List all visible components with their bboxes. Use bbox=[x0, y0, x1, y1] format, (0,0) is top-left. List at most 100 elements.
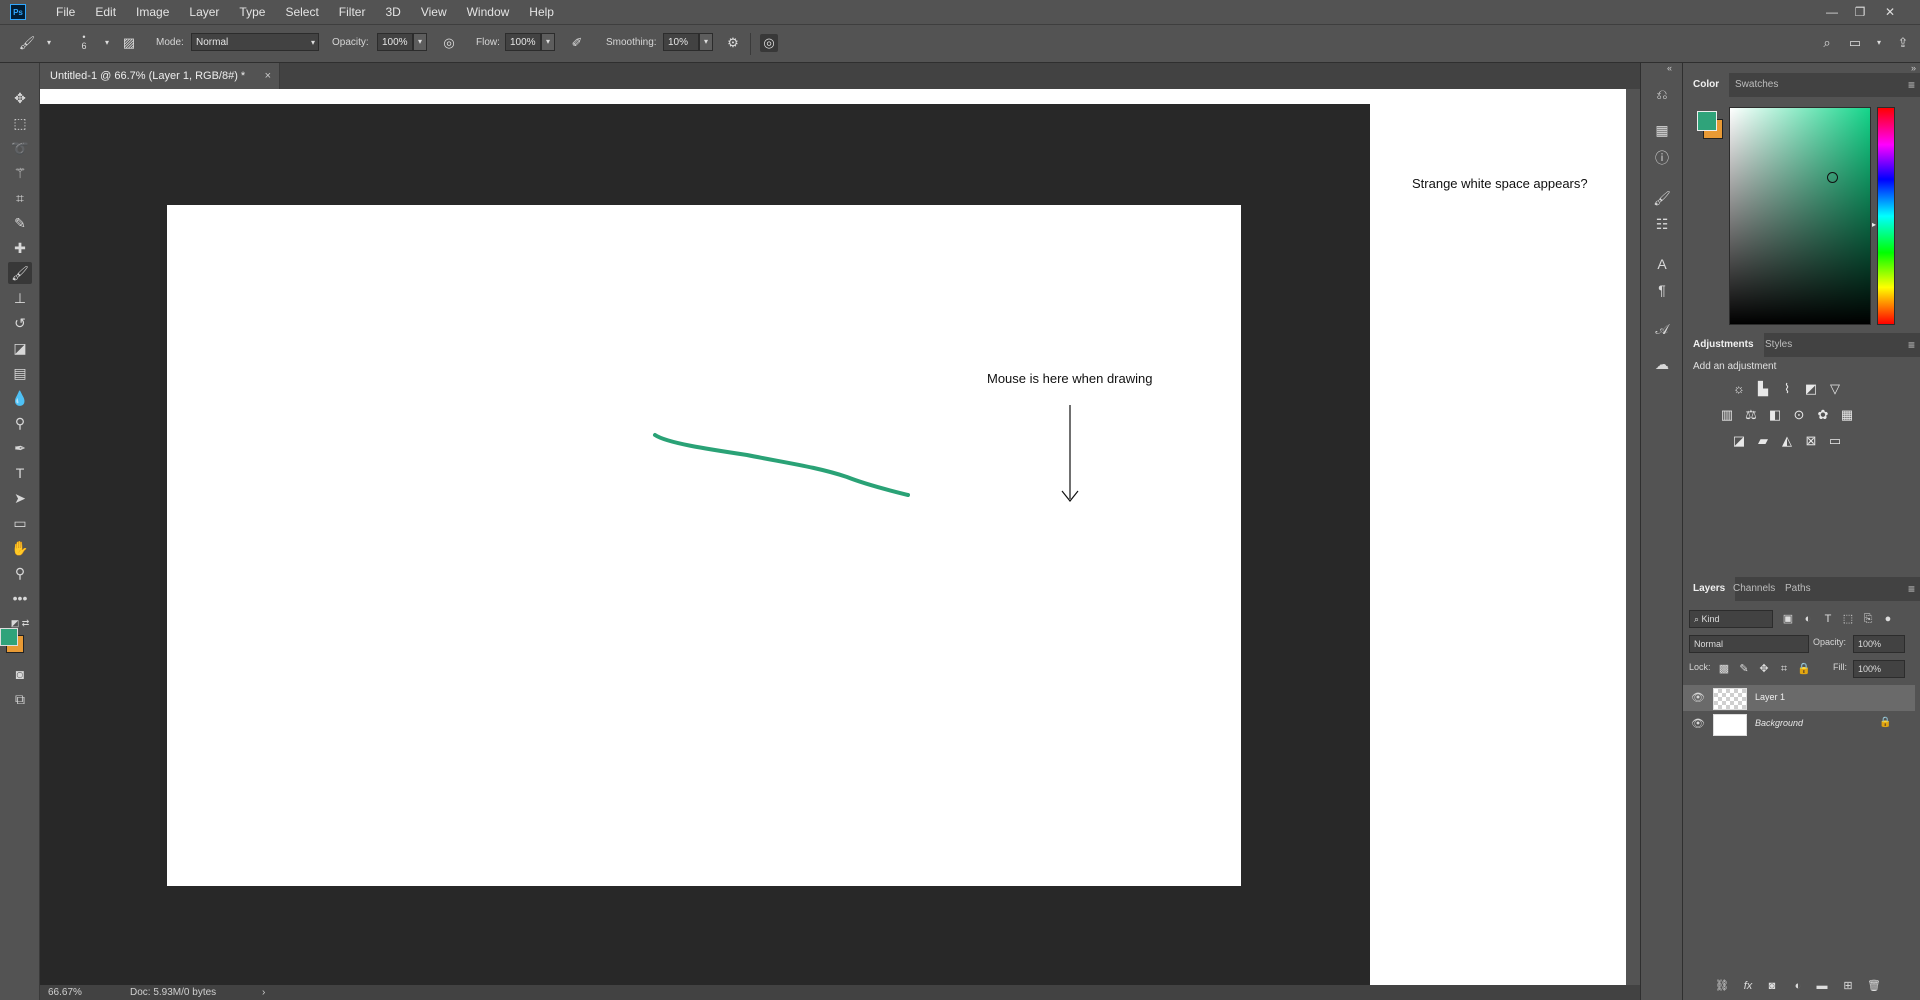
chevron-down-icon[interactable]: ▾ bbox=[1870, 34, 1888, 52]
properties-panel-icon[interactable]: ☷ bbox=[1651, 213, 1673, 235]
delete-layer-icon[interactable]: 🗑 bbox=[1865, 977, 1883, 995]
visibility-eye-icon[interactable]: 👁 bbox=[1691, 691, 1705, 704]
posterize-icon[interactable]: ▰ bbox=[1753, 432, 1773, 450]
menu-image[interactable]: Image bbox=[126, 0, 179, 24]
rectangle-tool-icon[interactable]: ▭ bbox=[8, 512, 32, 534]
move-tool-icon[interactable]: ✥ bbox=[8, 87, 32, 109]
lock-artboard-icon[interactable]: ⌗ bbox=[1775, 660, 1793, 678]
character-panel-icon[interactable]: A bbox=[1651, 253, 1673, 275]
new-group-icon[interactable]: ▬ bbox=[1813, 977, 1831, 995]
menu-filter[interactable]: Filter bbox=[329, 0, 376, 24]
libraries-panel-icon[interactable]: ▦ bbox=[1651, 119, 1673, 141]
info-panel-icon[interactable]: ⓘ bbox=[1651, 147, 1673, 169]
pixel-filter-icon[interactable]: ▣ bbox=[1779, 610, 1797, 628]
share-icon[interactable]: ⇪ bbox=[1894, 34, 1912, 52]
search-icon[interactable]: ⌕ bbox=[1818, 34, 1836, 52]
workspace-icon[interactable]: ▭ bbox=[1846, 34, 1864, 52]
color-field[interactable] bbox=[1729, 107, 1871, 325]
clone-stamp-tool-icon[interactable]: ⊥ bbox=[8, 287, 32, 309]
menu-edit[interactable]: Edit bbox=[85, 0, 126, 24]
crop-tool-icon[interactable]: ⌗ bbox=[8, 187, 32, 209]
smoothing-field[interactable]: 10% bbox=[663, 33, 699, 51]
close-window-icon[interactable]: ✕ bbox=[1876, 0, 1904, 24]
add-mask-icon[interactable]: ◙ bbox=[1763, 977, 1781, 995]
layer-style-icon[interactable]: fx bbox=[1739, 977, 1757, 995]
type-tool-icon[interactable]: T bbox=[8, 462, 32, 484]
layer-row[interactable]: 👁 Background 🔒 bbox=[1683, 711, 1915, 737]
status-menu-arrow[interactable]: › bbox=[262, 985, 265, 1000]
blur-tool-icon[interactable]: 💧 bbox=[8, 387, 32, 409]
layer-row[interactable]: 👁 Layer 1 bbox=[1683, 685, 1915, 711]
menu-layer[interactable]: Layer bbox=[179, 0, 229, 24]
menu-help[interactable]: Help bbox=[519, 0, 564, 24]
exposure-icon[interactable]: ◩ bbox=[1801, 380, 1821, 398]
lock-position-icon[interactable]: ✥ bbox=[1755, 660, 1773, 678]
glyphs-panel-icon[interactable]: 𝒜 bbox=[1651, 318, 1673, 340]
tab-swatches[interactable]: Swatches bbox=[1725, 73, 1788, 97]
path-selection-tool-icon[interactable]: ➤ bbox=[8, 487, 32, 509]
hue-saturation-icon[interactable]: ▥ bbox=[1717, 406, 1737, 424]
pressure-size-icon[interactable]: ◎ bbox=[760, 34, 778, 52]
invert-icon[interactable]: ◪ bbox=[1729, 432, 1749, 450]
minimize-icon[interactable]: — bbox=[1818, 0, 1846, 24]
curves-icon[interactable]: ⌇ bbox=[1777, 380, 1797, 398]
chevron-down-icon[interactable]: ▾ bbox=[98, 34, 116, 52]
adjustment-filter-icon[interactable]: ◐ bbox=[1799, 610, 1817, 628]
chevron-down-icon[interactable]: ▾ bbox=[40, 34, 58, 52]
collapse-right-panels-icon[interactable]: » bbox=[1911, 63, 1916, 73]
panel-menu-icon[interactable]: ≡ bbox=[1908, 333, 1915, 357]
selective-color-icon[interactable]: ⊠ bbox=[1801, 432, 1821, 450]
history-brush-tool-icon[interactable]: ↺ bbox=[8, 312, 32, 334]
lock-transparency-icon[interactable]: ▩ bbox=[1715, 660, 1733, 678]
brush-panel-icon[interactable]: ▨ bbox=[120, 34, 138, 52]
tab-styles[interactable]: Styles bbox=[1755, 333, 1802, 357]
new-adjustment-layer-icon[interactable]: ◐ bbox=[1789, 977, 1807, 995]
pen-tool-icon[interactable]: ✒ bbox=[8, 437, 32, 459]
threshold-icon[interactable]: ◭ bbox=[1777, 432, 1797, 450]
zoom-level[interactable]: 66.67% bbox=[48, 985, 82, 1000]
smoothing-dropdown[interactable]: ▾ bbox=[699, 33, 713, 51]
menu-window[interactable]: Window bbox=[457, 0, 520, 24]
paragraph-panel-icon[interactable]: ¶ bbox=[1651, 279, 1673, 301]
panel-menu-icon[interactable]: ≡ bbox=[1908, 577, 1915, 601]
more-tools-icon[interactable]: ••• bbox=[8, 587, 32, 609]
layer-filter-kind[interactable]: ⌕ Kind bbox=[1689, 610, 1773, 628]
zoom-tool-icon[interactable]: ⚲ bbox=[8, 562, 32, 584]
smart-object-filter-icon[interactable]: ⎘ bbox=[1859, 610, 1877, 628]
collapse-panels-icon[interactable]: « bbox=[1667, 63, 1672, 73]
channel-mixer-icon[interactable]: ✿ bbox=[1813, 406, 1833, 424]
color-balance-icon[interactable]: ⚖ bbox=[1741, 406, 1761, 424]
airbrush-icon[interactable]: ✐ bbox=[568, 34, 586, 52]
shape-filter-icon[interactable]: ⬚ bbox=[1839, 610, 1857, 628]
layer-name[interactable]: Background bbox=[1755, 718, 1803, 728]
black-white-icon[interactable]: ◧ bbox=[1765, 406, 1785, 424]
opacity-field[interactable]: 100% bbox=[377, 33, 413, 51]
levels-icon[interactable]: ▙ bbox=[1753, 380, 1773, 398]
canvas[interactable]: Mouse is here when drawing bbox=[167, 205, 1241, 886]
document-tab[interactable]: Untitled-1 @ 66.7% (Layer 1, RGB/8#) * × bbox=[40, 63, 280, 89]
fill-field[interactable]: 100% bbox=[1853, 660, 1905, 678]
quick-mask-icon[interactable]: ◙ bbox=[8, 663, 32, 685]
gear-icon[interactable]: ⚙ bbox=[724, 34, 742, 52]
flow-field[interactable]: 100% bbox=[505, 33, 541, 51]
brightness-contrast-icon[interactable]: ☼ bbox=[1729, 380, 1749, 398]
opacity-dropdown[interactable]: ▾ bbox=[413, 33, 427, 51]
layer-blend-mode-select[interactable]: Normal bbox=[1689, 635, 1809, 653]
brush-tool-preset-icon[interactable]: 🖌 bbox=[18, 34, 36, 52]
creative-cloud-icon[interactable]: ☁ bbox=[1651, 353, 1673, 375]
menu-type[interactable]: Type bbox=[229, 0, 275, 24]
color-lookup-icon[interactable]: ▦ bbox=[1837, 406, 1857, 424]
tab-paths[interactable]: Paths bbox=[1775, 577, 1821, 601]
lock-pixels-icon[interactable]: ✎ bbox=[1735, 660, 1753, 678]
lasso-tool-icon[interactable]: ➰ bbox=[8, 137, 32, 159]
color-panel-fg-swatch[interactable] bbox=[1697, 111, 1717, 131]
close-tab-icon[interactable]: × bbox=[265, 63, 271, 89]
screen-mode-icon[interactable]: ⧉ bbox=[8, 688, 32, 710]
eyedropper-tool-icon[interactable]: ✎ bbox=[8, 212, 32, 234]
vibrance-icon[interactable]: ▽ bbox=[1825, 380, 1845, 398]
gradient-tool-icon[interactable]: ▤ bbox=[8, 362, 32, 384]
history-panel-icon[interactable]: ⎌ bbox=[1651, 83, 1673, 105]
menu-3d[interactable]: 3D bbox=[375, 0, 410, 24]
pressure-opacity-icon[interactable]: ◎ bbox=[440, 34, 458, 52]
eraser-tool-icon[interactable]: ◪ bbox=[8, 337, 32, 359]
